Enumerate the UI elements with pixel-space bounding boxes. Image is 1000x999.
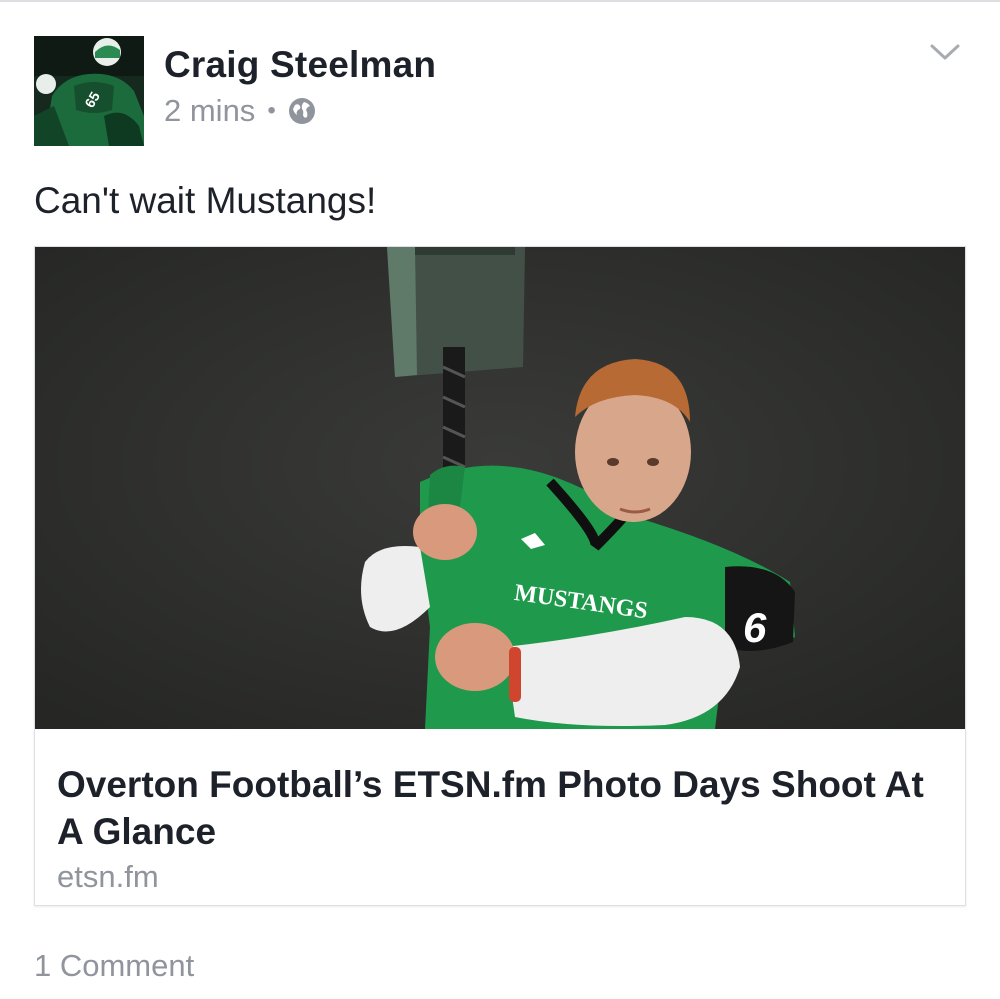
- avatar[interactable]: 65: [34, 36, 144, 146]
- link-preview-card[interactable]: MUSTANGS 6 Overton Football’s ETSN.fm Ph…: [34, 246, 966, 906]
- chevron-down-icon[interactable]: [928, 38, 962, 64]
- avatar-photo: 65: [34, 36, 144, 146]
- globe-icon[interactable]: [288, 97, 316, 125]
- post-meta: 2 mins •: [164, 91, 316, 131]
- link-title[interactable]: Overton Football’s ETSN.fm Photo Days Sh…: [57, 761, 947, 855]
- author-name[interactable]: Craig Steelman: [164, 44, 436, 86]
- link-preview-image[interactable]: MUSTANGS 6: [35, 247, 965, 729]
- svg-text:6: 6: [743, 604, 767, 651]
- post-text: Can't wait Mustangs!: [34, 180, 377, 221]
- top-divider: [0, 0, 1000, 2]
- comment-count[interactable]: 1 Comment: [34, 948, 194, 984]
- link-domain: etsn.fm: [57, 859, 159, 894]
- meta-separator: •: [267, 97, 276, 124]
- post-timestamp[interactable]: 2 mins: [164, 93, 255, 129]
